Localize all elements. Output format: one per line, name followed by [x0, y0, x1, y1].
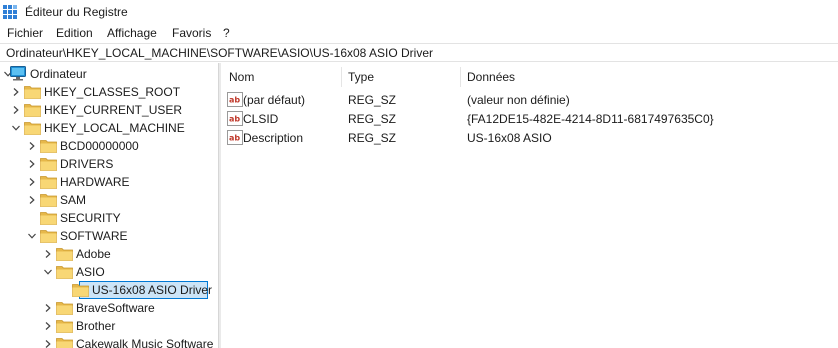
folder-icon	[40, 212, 57, 225]
folder-icon	[56, 338, 73, 348]
tree-item-label: ASIO	[76, 265, 105, 279]
svg-text:ab: ab	[229, 115, 240, 124]
folder-icon	[56, 248, 73, 261]
value-row[interactable]: ab CLSID REG_SZ {FA12DE15-482E-4214-8D11-68…	[222, 110, 838, 128]
string-value-icon: ab	[227, 130, 243, 145]
column-divider[interactable]	[460, 67, 461, 87]
tree-item-label: Adobe	[76, 247, 111, 261]
column-header-type[interactable]: Type	[348, 70, 374, 84]
tree-item-label: HARDWARE	[60, 175, 130, 189]
folder-icon	[56, 266, 73, 279]
value-type: REG_SZ	[348, 112, 397, 126]
folder-icon	[40, 194, 57, 207]
chevron-down-icon[interactable]	[27, 231, 37, 241]
folder-icon	[56, 302, 73, 315]
menu-fichier[interactable]: Fichier	[7, 26, 43, 40]
folder-icon	[40, 158, 57, 171]
tree-item-label: BraveSoftware	[76, 301, 155, 315]
value-row[interactable]: ab Description REG_SZ US-16x08 ASIO	[222, 129, 838, 147]
tree-item-label: US-16x08 ASIO Driver	[92, 283, 213, 297]
tree-item[interactable]: Brother	[0, 317, 218, 335]
key-tree[interactable]: Ordinateur HKEY_CLASSES_ROOT HKEY_CURRENT…	[0, 63, 218, 348]
tree-item[interactable]: ASIO	[0, 263, 218, 281]
address-path[interactable]: Ordinateur\HKEY_LOCAL_MACHINE\SOFTWARE\A…	[6, 46, 433, 60]
value-data: {FA12DE15-482E-4214-8D11-6817497635C0}	[467, 112, 714, 126]
menu-help[interactable]: ?	[223, 26, 230, 40]
string-value-icon: ab	[227, 111, 243, 126]
value-row[interactable]: ab (par défaut) REG_SZ (valeur non définie)	[222, 91, 838, 109]
chevron-right-icon[interactable]	[27, 141, 37, 151]
tree-item-label: HKEY_CLASSES_ROOT	[44, 85, 181, 99]
tree-item-label: Ordinateur	[30, 67, 87, 81]
chevron-right-icon[interactable]	[27, 159, 37, 169]
tree-item[interactable]: US-16x08 ASIO Driver	[0, 281, 218, 299]
tree-item[interactable]: Adobe	[0, 245, 218, 263]
computer-icon	[10, 66, 26, 81]
window-title: Éditeur du Registre	[25, 5, 128, 19]
tree-item-label: SAM	[60, 193, 87, 207]
chevron-down-icon[interactable]	[11, 123, 21, 133]
address-bar[interactable]: Ordinateur\HKEY_LOCAL_MACHINE\SOFTWARE\A…	[0, 43, 838, 62]
tree-item[interactable]: Cakewalk Music Software	[0, 335, 218, 348]
chevron-right-icon[interactable]	[43, 321, 53, 331]
folder-icon	[72, 284, 89, 297]
svg-text:ab: ab	[229, 96, 240, 105]
values-list[interactable]: Nom Type Données ab (par défaut) REG_SZ (va…	[222, 63, 838, 348]
folder-icon	[40, 176, 57, 189]
value-type: REG_SZ	[348, 93, 397, 107]
tree-item-label: BCD00000000	[60, 139, 139, 153]
folder-icon	[56, 320, 73, 333]
tree-item-root[interactable]: Ordinateur	[0, 65, 218, 83]
value-data: (valeur non définie)	[467, 93, 570, 107]
tree-item[interactable]: DRIVERS	[0, 155, 218, 173]
chevron-right-icon[interactable]	[27, 177, 37, 187]
folder-icon	[24, 86, 41, 99]
tree-item[interactable]: BraveSoftware	[0, 299, 218, 317]
svg-text:ab: ab	[229, 134, 240, 143]
tree-item[interactable]: HKEY_CLASSES_ROOT	[0, 83, 218, 101]
tree-item[interactable]: BCD00000000	[0, 137, 218, 155]
tree-item-label: HKEY_CURRENT_USER	[44, 103, 183, 117]
chevron-right-icon[interactable]	[43, 303, 53, 313]
string-value-icon: ab	[227, 92, 243, 107]
menu-edition[interactable]: Edition	[56, 26, 93, 40]
tree-item[interactable]: SAM	[0, 191, 218, 209]
tree-item[interactable]: SECURITY	[0, 209, 218, 227]
folder-icon	[40, 230, 57, 243]
tree-item-label: DRIVERS	[60, 157, 114, 171]
value-name: Description	[243, 131, 304, 145]
tree-item[interactable]: SOFTWARE	[0, 227, 218, 245]
column-header-data[interactable]: Données	[467, 70, 515, 84]
chevron-right-icon[interactable]	[43, 249, 53, 259]
menu-affichage[interactable]: Affichage	[107, 26, 157, 40]
tree-item-label: HKEY_LOCAL_MACHINE	[44, 121, 185, 135]
folder-icon	[24, 122, 41, 135]
chevron-right-icon[interactable]	[11, 87, 21, 97]
folder-icon	[24, 104, 41, 117]
tree-item-label: SECURITY	[60, 211, 121, 225]
tree-item-label: Brother	[76, 319, 116, 333]
pane-splitter[interactable]	[218, 63, 221, 348]
value-name: (par défaut)	[243, 93, 306, 107]
value-data: US-16x08 ASIO	[467, 131, 552, 145]
registry-editor-icon	[3, 5, 17, 19]
tree-item-label: SOFTWARE	[60, 229, 128, 243]
value-type: REG_SZ	[348, 131, 397, 145]
menu-favoris[interactable]: Favoris	[172, 26, 211, 40]
tree-item[interactable]: HKEY_LOCAL_MACHINE	[0, 119, 218, 137]
column-header-name[interactable]: Nom	[229, 70, 254, 84]
chevron-right-icon[interactable]	[43, 339, 53, 348]
tree-item[interactable]: HKEY_CURRENT_USER	[0, 101, 218, 119]
title-bar: Éditeur du Registre	[0, 0, 838, 24]
tree-item[interactable]: HARDWARE	[0, 173, 218, 191]
value-name: CLSID	[243, 112, 279, 126]
tree-item-label: Cakewalk Music Software	[76, 337, 214, 348]
chevron-right-icon[interactable]	[27, 195, 37, 205]
chevron-down-icon[interactable]	[43, 267, 53, 277]
chevron-right-icon[interactable]	[11, 105, 21, 115]
column-divider[interactable]	[341, 67, 342, 87]
folder-icon	[40, 140, 57, 153]
